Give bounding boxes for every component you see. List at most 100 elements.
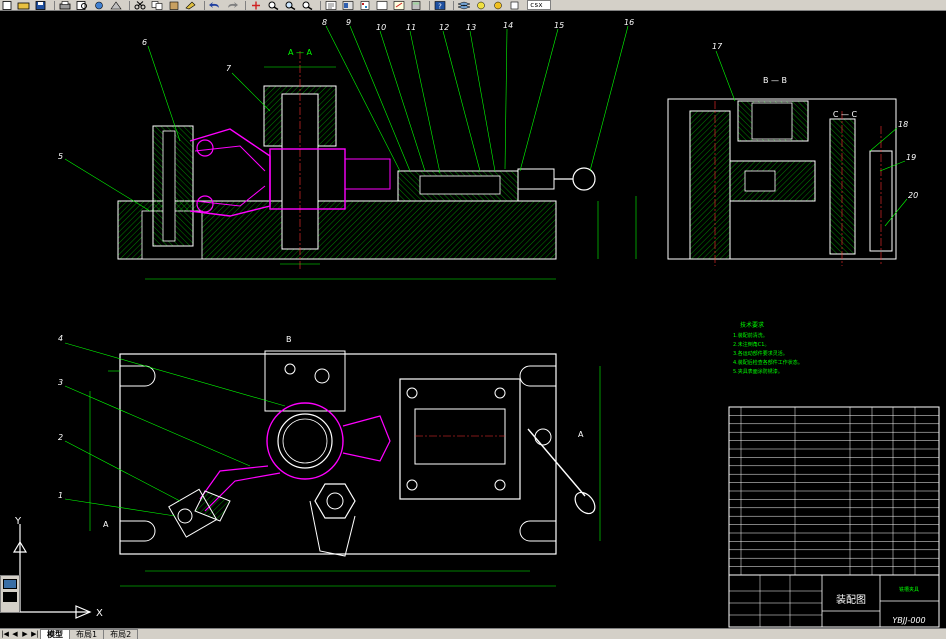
side-top-bore <box>751 102 793 140</box>
layer-on-icon[interactable] <box>474 1 488 10</box>
part-number-labels-top: 6 7 8 9 10 11 12 13 14 15 16 5 <box>58 18 634 161</box>
plan-clamp-jaw <box>342 415 391 462</box>
tech-req-line-1: 1.装配前清洗。 <box>733 332 768 339</box>
toolbar-separator <box>429 0 430 10</box>
plan-bolt-1 <box>284 363 296 375</box>
print-icon[interactable] <box>58 0 72 10</box>
layer-dropdown[interactable]: csx <box>527 0 551 10</box>
plan-guide-bolt-4 <box>494 479 506 491</box>
view-marker-a-right: A <box>578 430 584 439</box>
help-icon[interactable]: ? <box>433 0 447 10</box>
markup-icon[interactable] <box>392 0 406 10</box>
plan-view: 4 3 2 1 A A B <box>58 334 601 587</box>
new-file-icon[interactable] <box>0 0 14 10</box>
zoom-window-icon[interactable] <box>283 1 297 10</box>
design-center-icon[interactable] <box>341 0 355 10</box>
part-label-17: 17 <box>712 42 723 51</box>
plan-handle-pivot <box>534 428 552 446</box>
plan-swing-arm <box>309 500 356 557</box>
part-label-1: 1 <box>58 491 63 500</box>
docked-panel[interactable] <box>0 575 20 613</box>
plan-lever-block <box>194 490 231 522</box>
side-section-view: B — B C — C 17 18 19 20 <box>667 42 918 266</box>
part-label-11: 11 <box>406 23 416 32</box>
bom-table <box>728 406 940 576</box>
save-icon[interactable] <box>34 0 48 10</box>
slide-rod <box>419 175 501 195</box>
part-label-9: 9 <box>346 18 351 27</box>
tech-req-line-3: 3.各运动部件要求灵活。 <box>733 350 788 357</box>
part-label-20: 20 <box>908 191 918 200</box>
title-block: 装配图 YBJJ-000 铣槽夹具 <box>728 574 940 628</box>
product-name: 铣槽夹具 <box>899 586 919 593</box>
technical-requirements: 技术要求 1.装配前清洗。 2.未注倒角C1。 3.各运动部件要求灵活。 4.装… <box>733 321 803 375</box>
section-label-aa: A — A <box>288 48 313 57</box>
calculator-icon[interactable] <box>409 0 423 10</box>
plan-top-block <box>264 350 346 412</box>
column-bolt <box>162 130 176 242</box>
preview-icon[interactable] <box>75 0 89 10</box>
side-mid-slot <box>744 170 776 192</box>
tech-req-line-2: 2.未注倒角C1。 <box>733 341 769 348</box>
match-properties-icon[interactable] <box>184 1 198 10</box>
part-label-8: 8 <box>322 18 327 27</box>
plan-handle-grip <box>574 491 596 515</box>
part-label-6: 6 <box>142 38 147 47</box>
part-label-7: 7 <box>226 64 232 73</box>
toolbar-separator <box>245 0 246 10</box>
layer-manager-icon[interactable] <box>457 1 471 10</box>
plan-base-outline <box>119 353 557 555</box>
side-left-wall <box>689 110 731 260</box>
drawing-number: YBJJ-000 <box>892 616 925 625</box>
properties-icon[interactable] <box>324 0 338 10</box>
redo-icon[interactable] <box>225 1 239 10</box>
layer-color-icon[interactable] <box>508 1 522 10</box>
plot-icon[interactable] <box>109 0 123 10</box>
tech-req-line-4: 4.装配后检查各部件工作状态。 <box>733 359 803 366</box>
pan-icon[interactable] <box>249 1 263 10</box>
paste-icon[interactable] <box>167 1 181 10</box>
workpiece-bore <box>282 418 328 464</box>
panel-icon[interactable] <box>3 579 17 589</box>
plan-bolt-2 <box>314 368 330 384</box>
plan-slot-tr <box>519 365 556 387</box>
undo-icon[interactable] <box>208 1 222 10</box>
tech-req-title: 技术要求 <box>740 321 764 329</box>
plan-slot-br <box>519 520 556 542</box>
toolbar-separator <box>204 0 205 10</box>
cam-housing <box>517 168 555 190</box>
linkage-pin-top <box>196 139 214 157</box>
part-number-labels-plan: 4 3 2 1 <box>58 334 63 500</box>
plan-guide-slot <box>414 408 506 465</box>
part-label-19: 19 <box>906 153 916 162</box>
plan-guide-bolt-2 <box>494 387 506 399</box>
plan-hex-nut <box>314 483 356 519</box>
panel-icon-2[interactable] <box>3 592 17 602</box>
clamp-post <box>829 118 856 255</box>
publish-icon[interactable] <box>92 1 106 10</box>
part-label-3: 3 <box>58 378 63 387</box>
copy-icon[interactable] <box>150 0 164 10</box>
part-label-2: 2 <box>58 433 63 442</box>
plan-slot-tl <box>120 365 156 387</box>
tool-palettes-icon[interactable] <box>358 0 372 10</box>
zoom-previous-icon[interactable] <box>300 1 314 10</box>
sheet-set-icon[interactable] <box>375 0 389 10</box>
plan-guide-block <box>399 378 521 500</box>
toolbar-separator <box>54 0 55 10</box>
layer-freeze-icon[interactable] <box>491 1 505 10</box>
zoom-realtime-icon[interactable] <box>266 1 280 10</box>
plan-pivot-pin <box>177 508 193 524</box>
drawing-title: 装配图 <box>836 593 866 606</box>
part-label-16: 16 <box>624 18 634 27</box>
tech-req-line-5: 5.夹具表面涂防锈漆。 <box>733 368 783 375</box>
svg-text:?: ? <box>438 2 442 10</box>
standard-toolbar: ? csx <box>0 0 946 11</box>
cut-icon[interactable] <box>133 0 147 10</box>
open-folder-icon[interactable] <box>17 1 31 10</box>
model-space-canvas[interactable]: A — A 6 7 8 9 10 11 12 13 14 15 16 5 B —… <box>0 11 946 628</box>
handle-knob <box>572 167 596 191</box>
part-label-13: 13 <box>466 23 476 32</box>
part-label-4: 4 <box>58 334 63 343</box>
plan-slot-bl <box>120 520 156 542</box>
